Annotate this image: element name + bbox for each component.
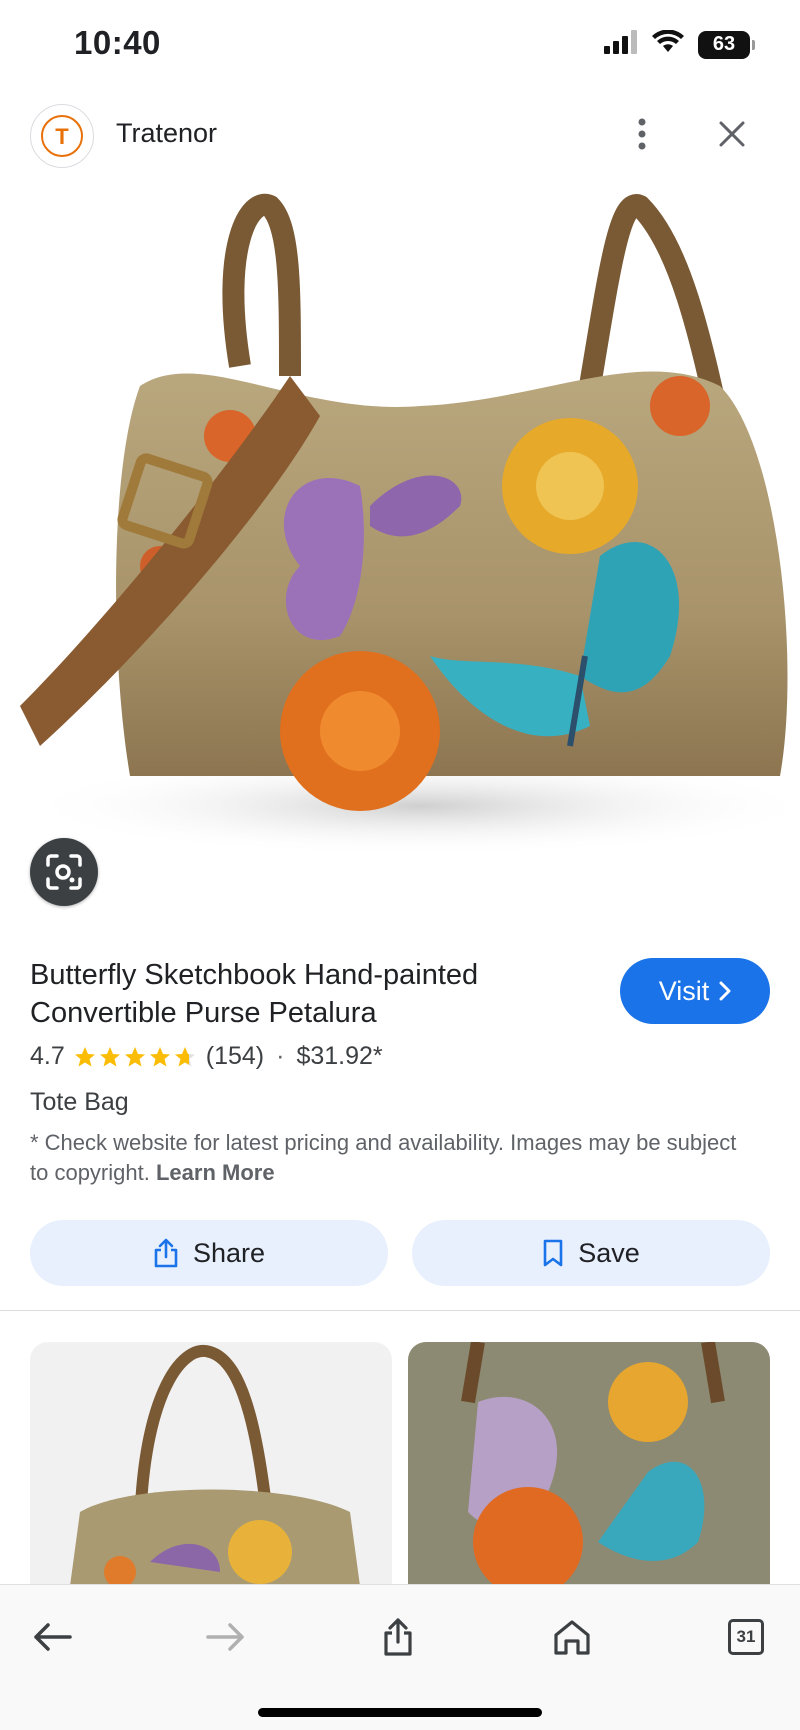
tabs-icon[interactable]: 31 xyxy=(716,1607,776,1667)
site-logo[interactable]: T xyxy=(30,104,94,168)
home-icon[interactable] xyxy=(542,1607,602,1667)
share-label: Share xyxy=(192,1237,266,1268)
more-vert-icon[interactable] xyxy=(620,112,664,156)
close-icon[interactable] xyxy=(710,112,754,156)
bookmark-icon xyxy=(543,1239,563,1267)
star-icon xyxy=(124,1046,145,1066)
learn-more-link[interactable]: Learn More xyxy=(156,1160,275,1185)
star-icon xyxy=(99,1046,120,1066)
disclaimer: * Check website for latest pricing and a… xyxy=(30,1128,750,1188)
save-label: Save xyxy=(578,1237,640,1268)
tabs-count: 31 xyxy=(728,1619,764,1655)
wifi-icon xyxy=(652,29,684,59)
back-icon[interactable] xyxy=(22,1607,82,1667)
star-icon xyxy=(149,1046,170,1066)
home-indicator xyxy=(258,1708,542,1717)
forward-icon[interactable] xyxy=(196,1607,256,1667)
divider xyxy=(0,1310,800,1311)
star-icon xyxy=(74,1046,95,1066)
product-title: Butterfly Sketchbook Hand-painted Conver… xyxy=(30,959,479,1029)
status-time: 10:40 xyxy=(74,24,161,61)
rating-value: 4.7 xyxy=(30,1042,65,1070)
share-icon[interactable] xyxy=(368,1607,428,1667)
price: $31.92* xyxy=(296,1042,383,1070)
status-icons: 63 xyxy=(604,29,755,59)
cellular-signal-icon xyxy=(604,30,638,59)
visit-label: Visit xyxy=(658,975,710,1006)
product-category: Tote Bag xyxy=(30,1088,129,1116)
lens-search-icon[interactable] xyxy=(30,838,98,906)
share-icon xyxy=(154,1238,178,1268)
visit-button[interactable]: Visit xyxy=(620,958,770,1024)
product-image[interactable] xyxy=(0,186,800,922)
chevron-right-icon xyxy=(719,981,731,1001)
battery-icon: 63 xyxy=(698,30,755,59)
rating-row: 4.7 (154) · $31.92* xyxy=(30,1042,383,1071)
site-name[interactable]: Tratenor xyxy=(116,118,217,149)
share-button[interactable]: Share xyxy=(30,1220,388,1286)
save-button[interactable]: Save xyxy=(412,1220,770,1286)
rating-stars xyxy=(73,1045,198,1069)
site-header: T Tratenor xyxy=(0,96,800,176)
logo-letter: T xyxy=(55,124,69,149)
star-half-icon xyxy=(174,1046,195,1066)
review-count: (154) xyxy=(205,1042,265,1070)
status-bar: 10:40 63 xyxy=(0,0,800,90)
separator-dot: · xyxy=(276,1042,285,1070)
disclaimer-text: * Check website for latest pricing and a… xyxy=(30,1130,737,1185)
related-image[interactable] xyxy=(30,1342,392,1586)
related-image[interactable] xyxy=(408,1342,770,1586)
